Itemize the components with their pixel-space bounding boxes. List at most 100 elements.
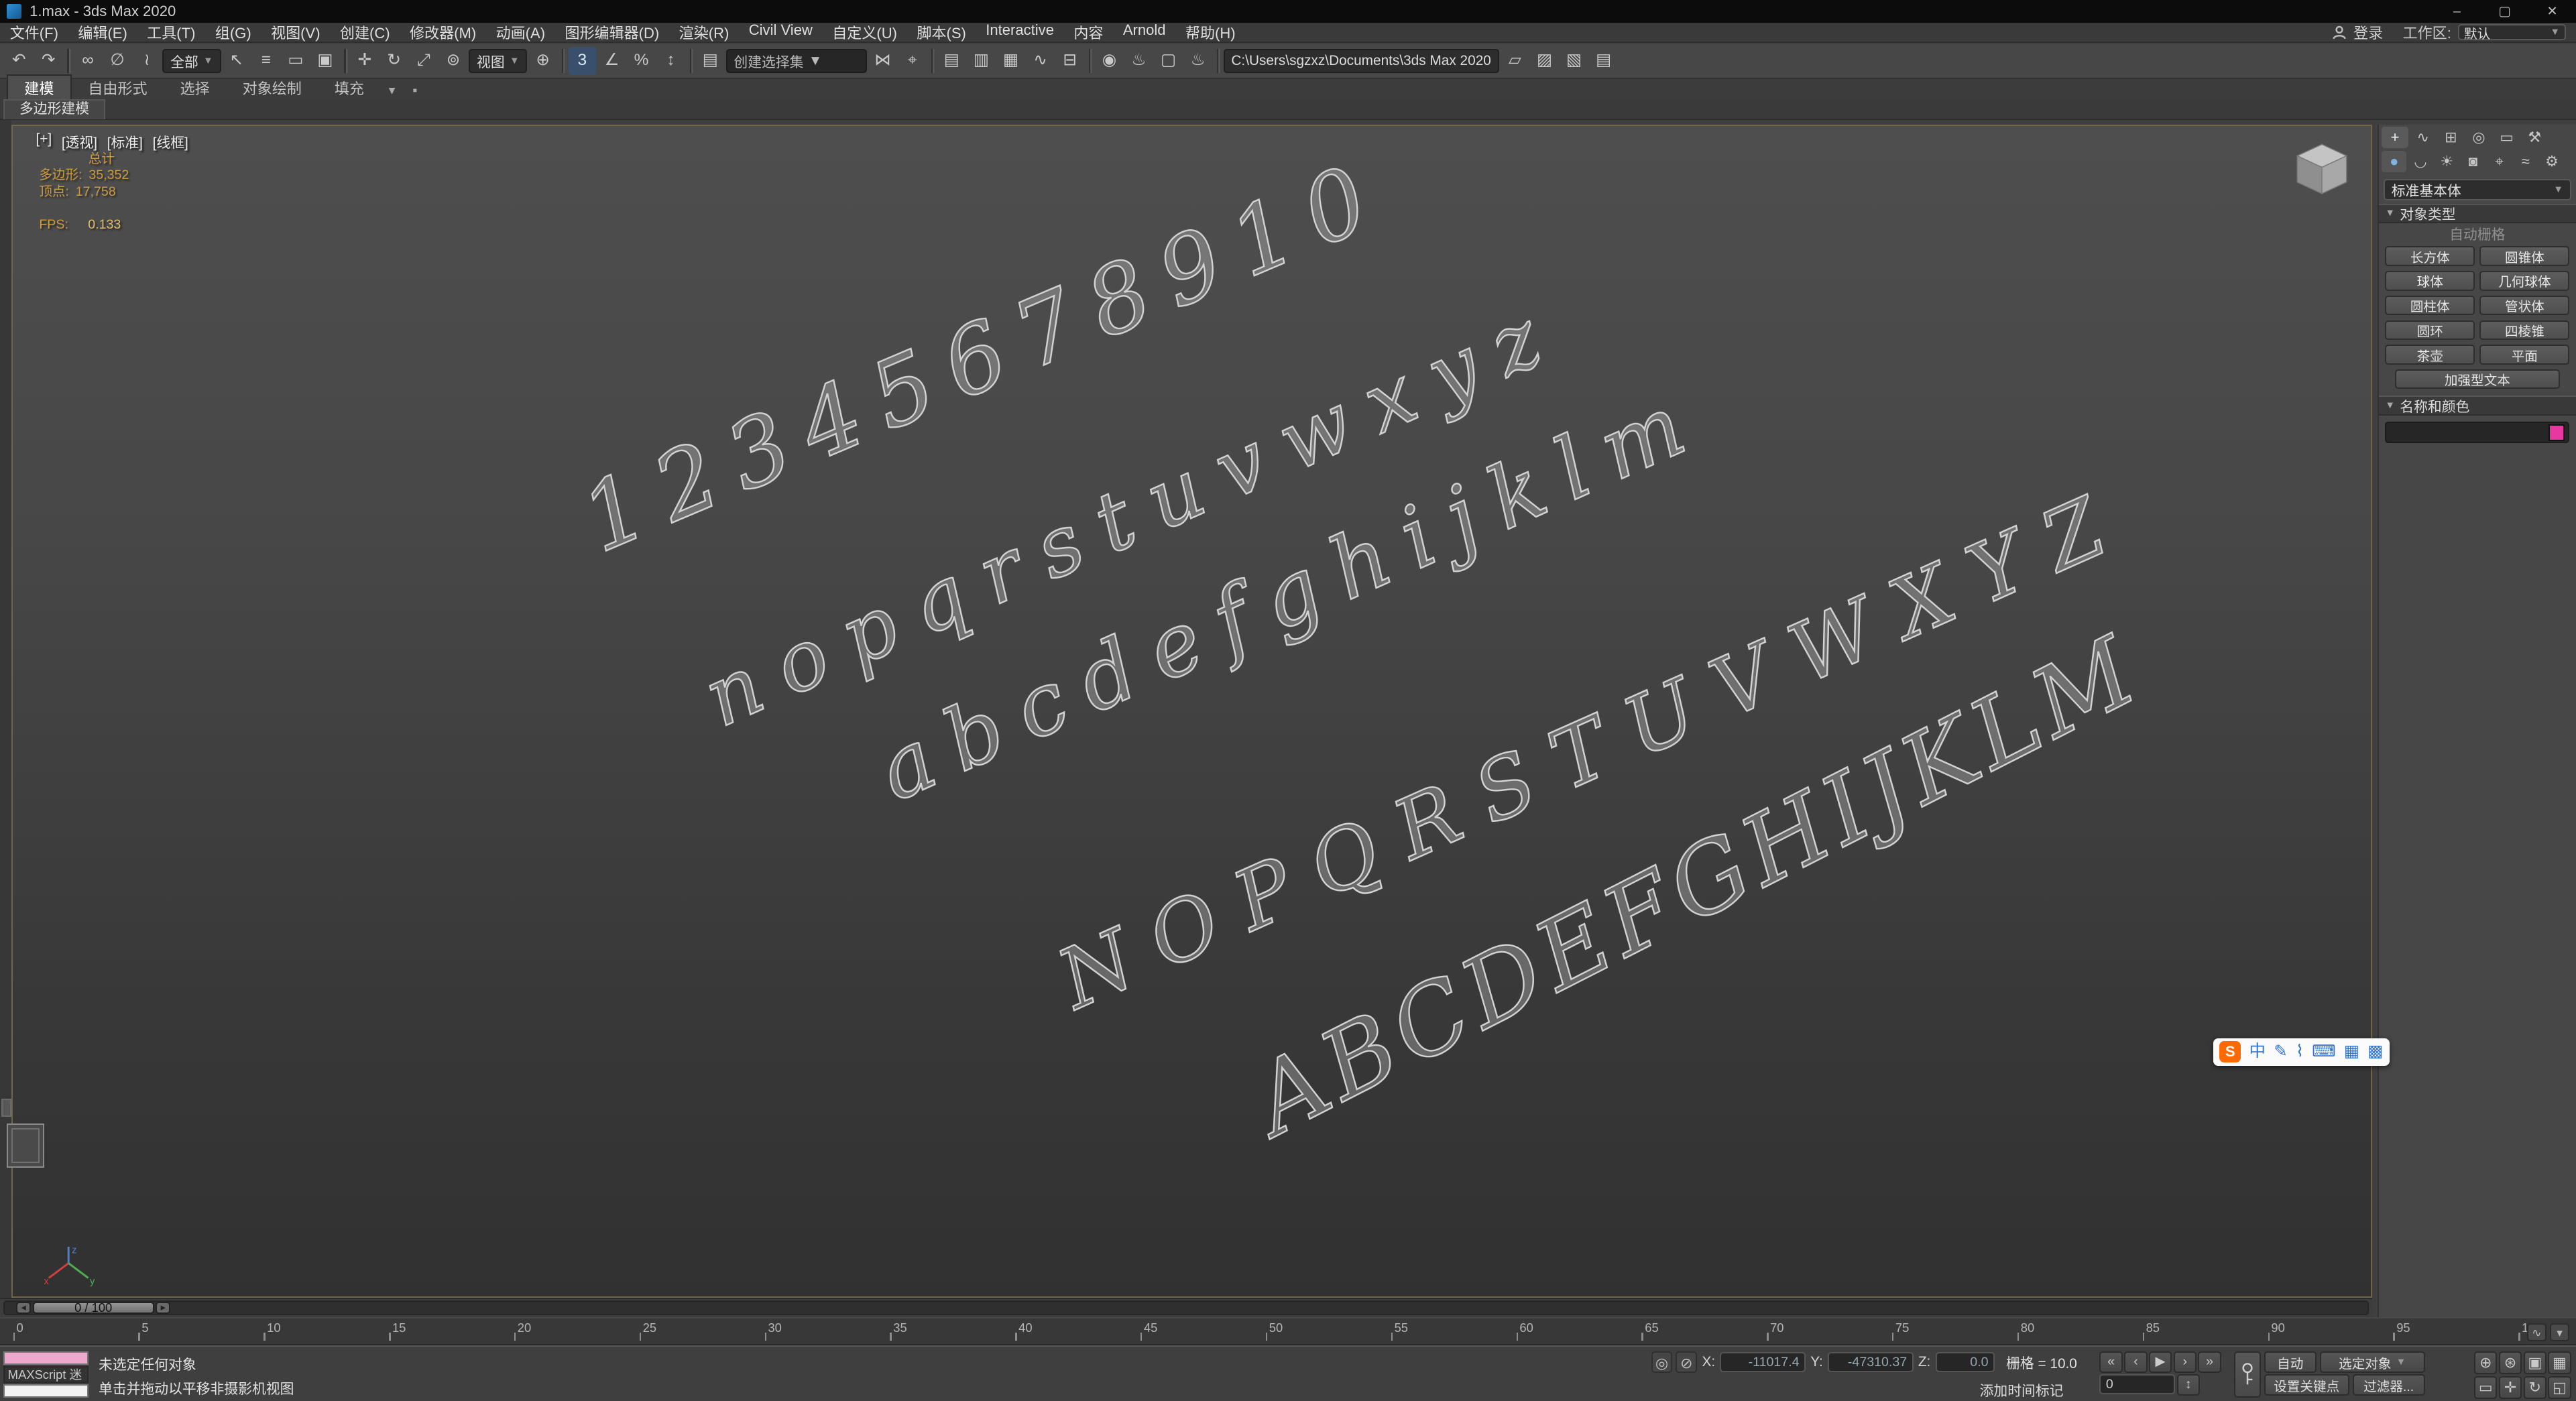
auto-key-button[interactable]: 自动: [2264, 1351, 2317, 1373]
toolbox-icon[interactable]: ▦: [2344, 1040, 2359, 1064]
schematic-view-icon[interactable]: ⊟: [1056, 47, 1084, 75]
maximize-viewport-icon[interactable]: ◱: [2548, 1376, 2571, 1400]
primitive-button-2[interactable]: 球体: [2385, 271, 2475, 291]
viewport-menu-pov[interactable]: [透视]: [62, 131, 97, 151]
scene-explorer-icon[interactable]: ▤: [938, 47, 966, 75]
share-icon[interactable]: ▤: [1590, 47, 1618, 75]
selection-filter-dropdown[interactable]: 全部 ▼: [162, 48, 221, 74]
add-time-tag-button[interactable]: 添加时间标记: [1980, 1380, 2064, 1400]
display-tab-icon[interactable]: ▭: [2494, 127, 2520, 148]
ribbon-config-icon[interactable]: ▪: [404, 82, 426, 101]
create-tab-icon[interactable]: +: [2382, 126, 2408, 148]
select-and-place-icon[interactable]: ⊚: [439, 47, 467, 75]
viewport-menu-shading[interactable]: [线框]: [153, 131, 188, 151]
workspace-dropdown[interactable]: 默认 ▼: [2457, 23, 2567, 42]
bind-to-space-warp-icon[interactable]: ≀: [133, 47, 161, 75]
wireframe-text-row-0[interactable]: 12345678910: [567, 139, 1401, 574]
open-mini-curve-editor-icon[interactable]: ∿: [2526, 1323, 2546, 1342]
selected-objects-dropdown[interactable]: 选定对象 ▼: [2319, 1351, 2425, 1373]
viewport-menu-standard[interactable]: [标准]: [107, 131, 143, 151]
skin-icon[interactable]: ▩: [2367, 1040, 2383, 1064]
primitive-button-1[interactable]: 圆锥体: [2479, 246, 2570, 266]
viewcube-icon[interactable]: [2289, 139, 2355, 198]
menu-item-9[interactable]: 渲染(R): [669, 21, 739, 43]
primitive-button-8[interactable]: 茶壶: [2385, 345, 2475, 365]
spinner-snap-icon[interactable]: ↕: [657, 47, 685, 75]
coord-y-field[interactable]: -47310.37: [1828, 1352, 1914, 1372]
menu-item-13[interactable]: Interactive: [976, 21, 1064, 43]
time-slider-track[interactable]: ◂ 0 / 100 ▸: [3, 1300, 2369, 1316]
login-button[interactable]: 登录: [2353, 21, 2383, 43]
select-by-name-icon[interactable]: ≡: [252, 47, 280, 75]
minimize-ribbon-icon[interactable]: ▾: [380, 81, 403, 101]
perspective-viewport[interactable]: [+] [透视] [标准] [线框] 总计 多边形: 35,352 顶点: 17,7…: [11, 125, 2373, 1298]
viewport-layout-tab[interactable]: [1, 1099, 12, 1117]
key-filters-button[interactable]: 过滤器...: [2352, 1374, 2425, 1396]
select-and-rotate-icon[interactable]: ↻: [380, 47, 408, 75]
maxscript-listener-field[interactable]: [3, 1384, 89, 1398]
viewport-layout-thumbnail[interactable]: [6, 1123, 45, 1168]
isolate-selection-icon[interactable]: ◎: [1651, 1351, 1673, 1373]
undo-icon[interactable]: ↶: [5, 47, 33, 75]
keyboard-icon[interactable]: ⌨: [2312, 1040, 2335, 1064]
mirror-icon[interactable]: ⋈: [869, 47, 897, 75]
field-of-view-icon[interactable]: ▭: [2474, 1376, 2498, 1400]
frame-spinner-icon[interactable]: ↕: [2176, 1374, 2200, 1396]
ribbon-tab-4[interactable]: 填充: [318, 76, 380, 101]
project-folder-icon[interactable]: ▱: [1501, 47, 1529, 75]
primitive-category-dropdown[interactable]: 标准基本体 ▼: [2383, 179, 2571, 200]
menu-item-7[interactable]: 动画(A): [486, 21, 555, 43]
menu-item-0[interactable]: 文件(F): [0, 21, 68, 43]
rectangular-selection-region-icon[interactable]: ▭: [282, 47, 310, 75]
geometry-category-icon[interactable]: ●: [2382, 151, 2407, 173]
render-production-icon[interactable]: ♨: [1184, 47, 1212, 75]
rendered-frame-window-icon[interactable]: ▢: [1155, 47, 1183, 75]
go-to-start-icon[interactable]: «: [2099, 1351, 2123, 1373]
macro-recorder-field[interactable]: [3, 1351, 89, 1365]
ime-toolbar[interactable]: S 中 ✎ ⌇ ⌨ ▦ ▩: [2213, 1038, 2390, 1067]
selection-lock-icon[interactable]: ⊘: [1676, 1351, 1698, 1373]
current-frame-field[interactable]: 0: [2099, 1374, 2176, 1394]
reference-coordinate-dropdown[interactable]: 视图 ▼: [469, 48, 528, 74]
menu-item-2[interactable]: 工具(T): [137, 21, 205, 43]
export-icon[interactable]: ▧: [1560, 47, 1588, 75]
time-slider-handle[interactable]: 0 / 100: [32, 1300, 154, 1315]
go-to-end-icon[interactable]: »: [2198, 1351, 2221, 1373]
previous-frame-icon[interactable]: ‹: [2124, 1351, 2148, 1373]
select-and-scale-icon[interactable]: ⤢: [410, 47, 438, 75]
window-crossing-icon[interactable]: ▣: [311, 47, 339, 75]
cameras-category-icon[interactable]: ◙: [2461, 151, 2485, 172]
viewport-menu-general[interactable]: [+]: [36, 131, 52, 151]
previous-frame-nub[interactable]: ◂: [16, 1302, 32, 1314]
handwriting-icon[interactable]: ✎: [2274, 1040, 2288, 1064]
primitive-button-7[interactable]: 四棱锥: [2479, 320, 2570, 340]
maximize-button[interactable]: ▢: [2481, 0, 2528, 23]
percent-snap-icon[interactable]: %: [628, 47, 656, 75]
shapes-category-icon[interactable]: ◡: [2408, 151, 2433, 172]
pan-icon[interactable]: ✛: [2498, 1376, 2522, 1400]
menu-item-3[interactable]: 组(G): [205, 21, 261, 43]
sogou-logo-icon[interactable]: S: [2219, 1041, 2241, 1063]
object-color-swatch[interactable]: [2548, 424, 2565, 441]
menu-item-15[interactable]: Arnold: [1113, 21, 1175, 43]
lights-category-icon[interactable]: ☀: [2435, 151, 2459, 172]
chinese-mode-icon[interactable]: 中: [2249, 1040, 2266, 1064]
object-name-field[interactable]: [2385, 422, 2570, 444]
ribbon-tab-2[interactable]: 选择: [164, 76, 226, 101]
spacewarps-category-icon[interactable]: ≈: [2513, 151, 2538, 172]
coord-x-field[interactable]: -11017.4: [1720, 1352, 1806, 1372]
snaps-toggle-icon[interactable]: 3: [568, 47, 597, 75]
zoom-icon[interactable]: ⊕: [2474, 1351, 2498, 1375]
zoom-extents-all-icon[interactable]: ▦: [2548, 1351, 2571, 1375]
menu-item-5[interactable]: 创建(C): [330, 21, 400, 43]
redo-icon[interactable]: ↷: [34, 47, 62, 75]
primitive-button-9[interactable]: 平面: [2479, 345, 2570, 365]
menu-item-4[interactable]: 视图(V): [261, 21, 330, 43]
helpers-category-icon[interactable]: ⌖: [2487, 151, 2512, 172]
minimize-button[interactable]: –: [2433, 0, 2481, 23]
primitive-button-10[interactable]: 加强型文本: [2395, 369, 2560, 389]
primitive-button-5[interactable]: 管状体: [2479, 295, 2570, 316]
zoom-all-icon[interactable]: ⊛: [2498, 1351, 2522, 1375]
name-color-rollout-header[interactable]: ▼ 名称和颜色: [2378, 395, 2576, 416]
hierarchy-tab-icon[interactable]: ⊞: [2438, 127, 2464, 148]
